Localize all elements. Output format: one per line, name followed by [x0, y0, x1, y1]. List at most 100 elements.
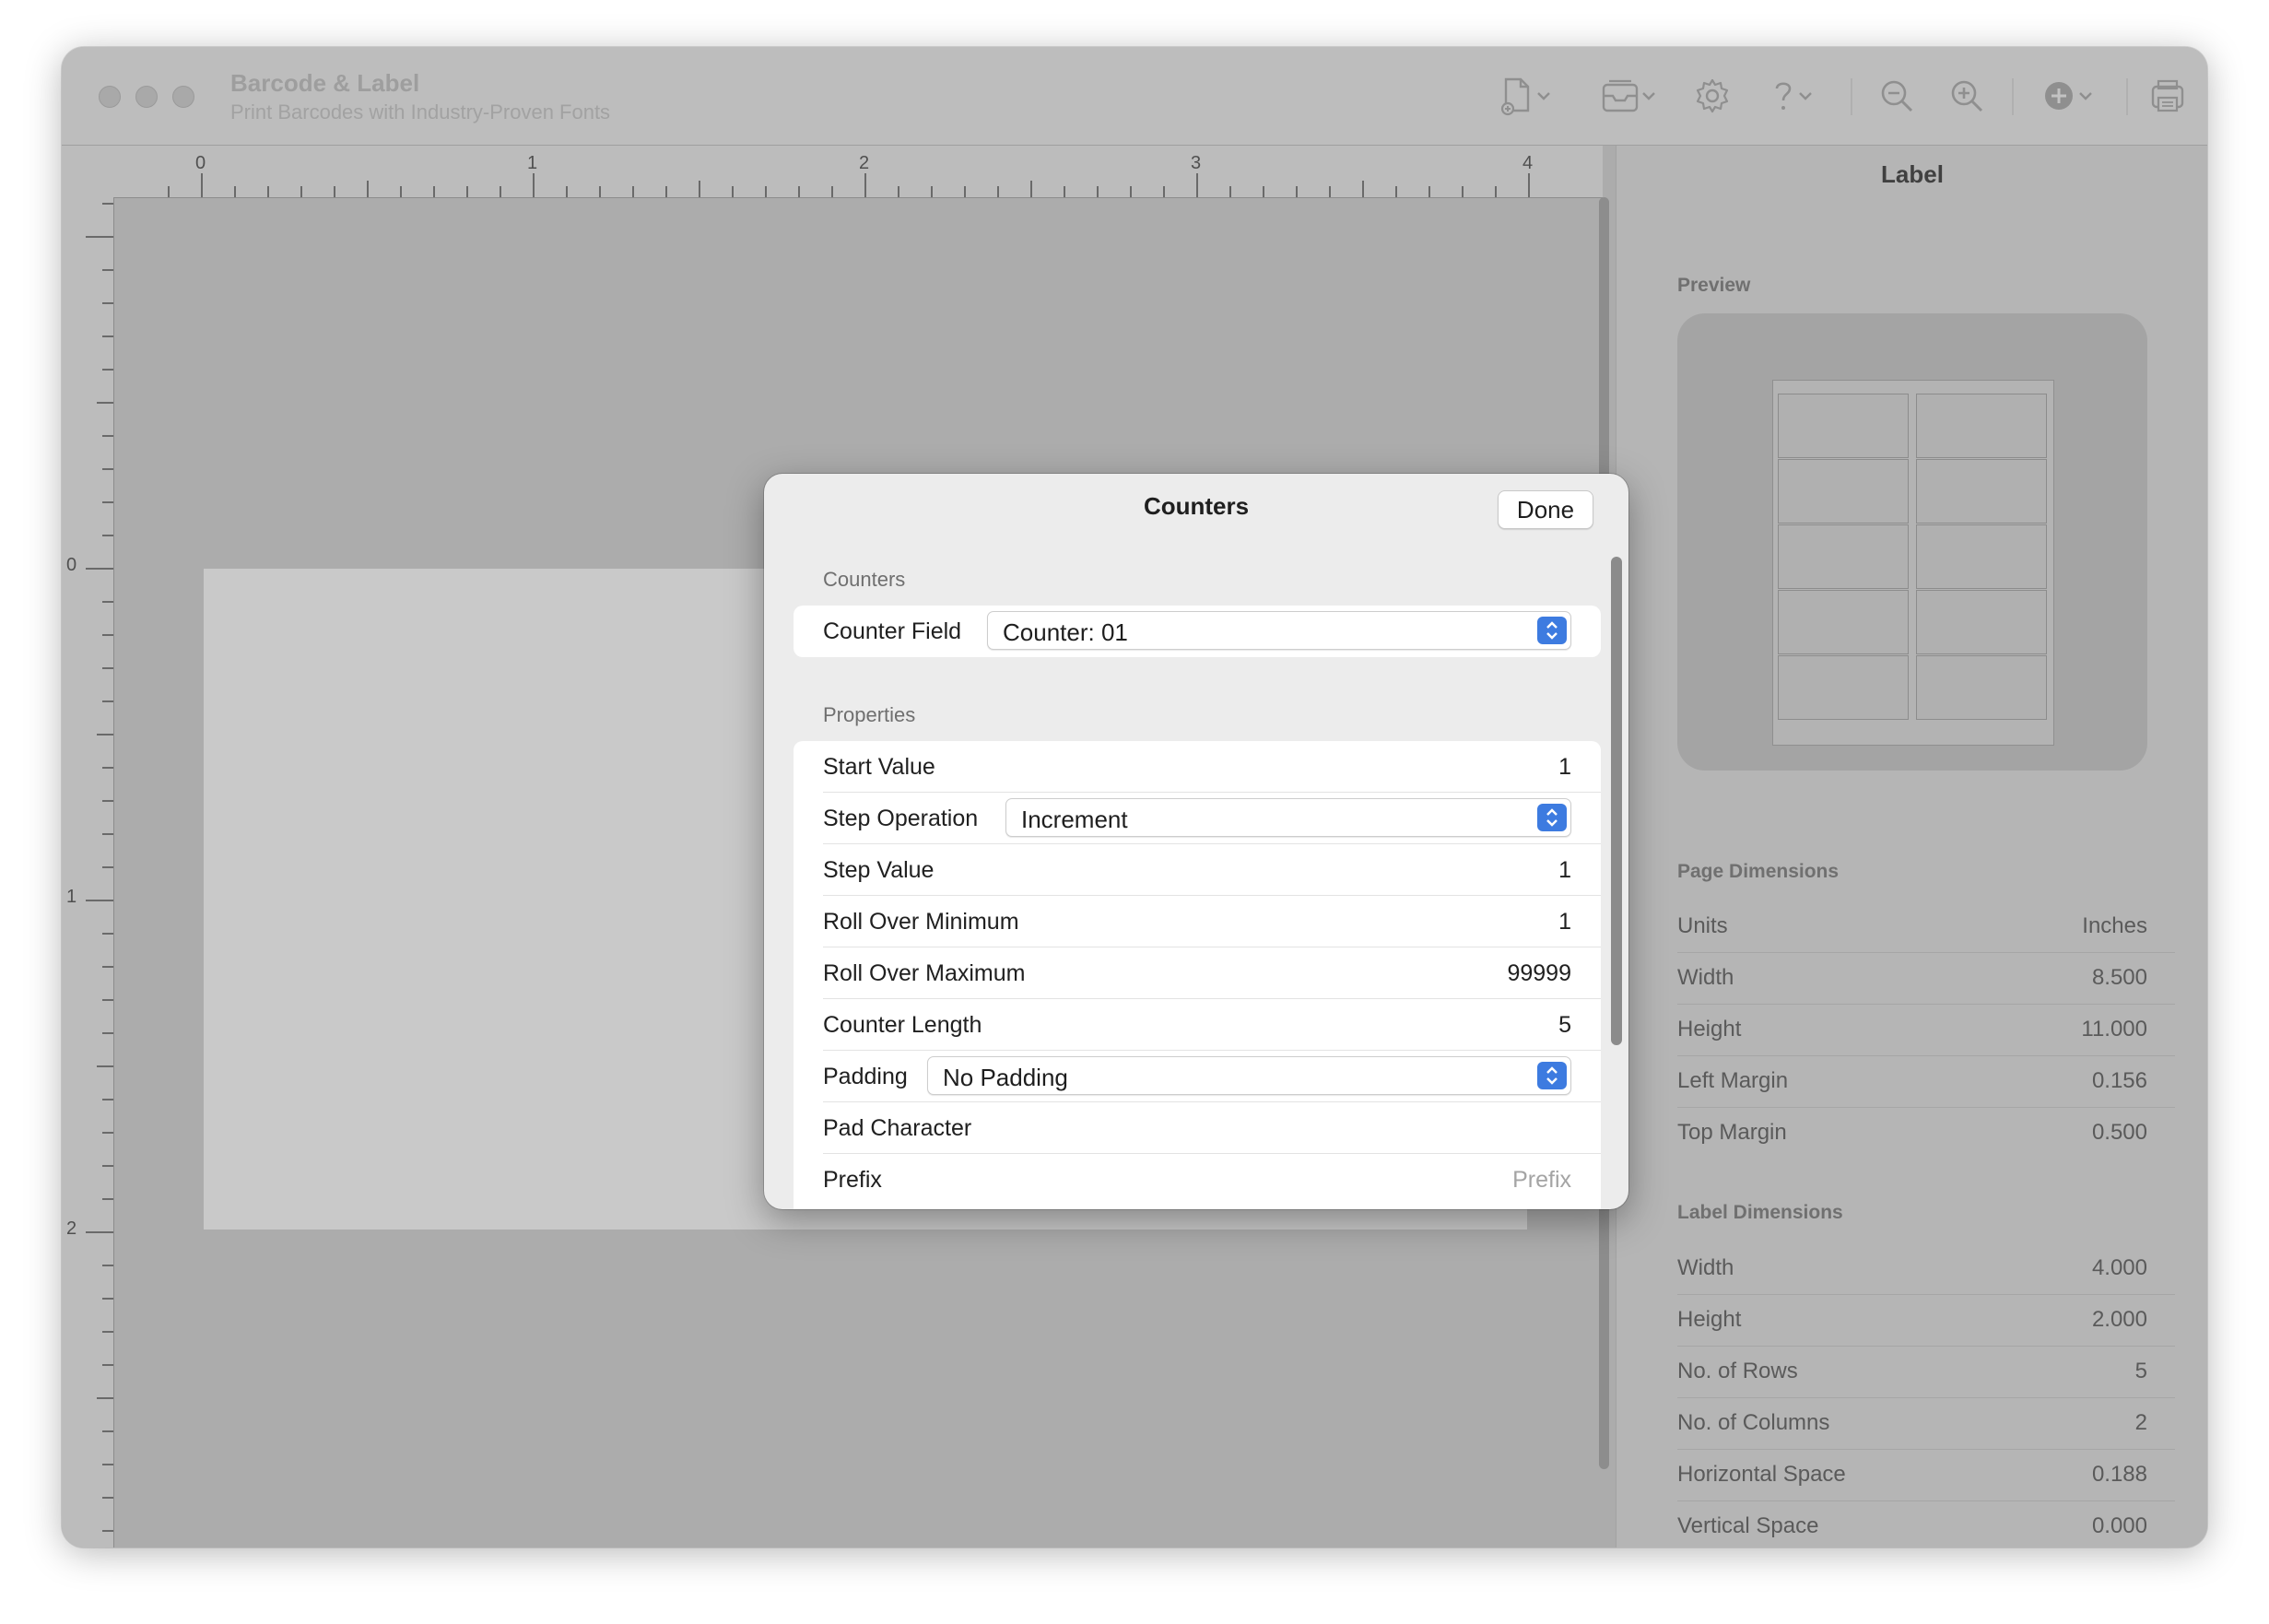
- vertical-ruler: 0 1 2: [62, 197, 114, 1548]
- ruler-label-v: 1: [66, 887, 77, 907]
- padding-row: Padding No Padding: [794, 1051, 1601, 1102]
- app-window: Barcode & Label Print Barcodes with Indu…: [62, 47, 2207, 1548]
- page-dimensions-label: Page Dimensions: [1677, 861, 1840, 882]
- zoom-out-icon: [1881, 80, 1913, 112]
- start-value-row[interactable]: Start Value 1: [794, 741, 1601, 793]
- row-label: No. of Rows: [1677, 1359, 1798, 1383]
- preview-label-cell: [1916, 590, 2047, 654]
- add-circle-icon: [2045, 82, 2073, 110]
- counter-field-popup[interactable]: Counter: 01: [987, 611, 1571, 650]
- page-height-row: Height 11.000: [1677, 1004, 2175, 1056]
- row-value: 8.500: [2091, 965, 2147, 990]
- help-button[interactable]: [1759, 73, 1824, 119]
- ruler-label-v: 0: [66, 555, 77, 575]
- roll-over-maximum-row[interactable]: Roll Over Maximum 99999: [794, 947, 1601, 999]
- roll-over-maximum-field[interactable]: 99999: [1507, 960, 1571, 987]
- minimize-window-button[interactable]: [135, 86, 158, 108]
- pad-character-label: Pad Character: [823, 1115, 972, 1141]
- inspector-title: Label: [1881, 160, 1944, 188]
- toolbar-separator: [1851, 78, 1852, 115]
- row-label: Height: [1677, 1017, 1742, 1041]
- row-value: 2: [2134, 1410, 2147, 1435]
- preview-section-label: Preview: [1677, 275, 1751, 296]
- counter-field-label: Counter Field: [823, 618, 962, 644]
- label-height-row: Height 2.000: [1677, 1294, 2175, 1347]
- question-icon: [1775, 82, 1792, 110]
- roll-over-minimum-field[interactable]: 1: [1558, 909, 1571, 936]
- zoom-in-button[interactable]: [1944, 73, 1990, 119]
- ruler-label-h: 4: [1522, 153, 1534, 173]
- step-operation-popup[interactable]: Increment: [1005, 798, 1571, 837]
- new-document-icon: [1500, 77, 1530, 116]
- step-value-row[interactable]: Step Value 1: [794, 844, 1601, 896]
- preview-label-cell: [1778, 590, 1909, 654]
- horizontal-ruler: 0 1 2 3 4: [62, 146, 1603, 198]
- preview-label-cell: [1916, 394, 2047, 458]
- page-left-margin-row: Left Margin 0.156: [1677, 1055, 2175, 1108]
- row-label: Width: [1677, 1255, 1734, 1280]
- preview-label-cell: [1778, 459, 1909, 524]
- counter-field-row: Counter Field Counter: 01: [794, 606, 1601, 657]
- counters-sheet: Counters Done Counters Counter Field Cou…: [764, 474, 1628, 1209]
- roll-over-minimum-row[interactable]: Roll Over Minimum 1: [794, 896, 1601, 947]
- chevron-down-icon: [2079, 92, 2092, 100]
- prefix-label: Prefix: [823, 1167, 882, 1193]
- close-window-button[interactable]: [99, 86, 121, 108]
- label-horizontal-space-row: Horizontal Space 0.188: [1677, 1449, 2175, 1501]
- zoom-window-button[interactable]: [172, 86, 194, 108]
- label-columns-row: No. of Columns 2: [1677, 1397, 2175, 1450]
- start-value-label: Start Value: [823, 754, 935, 780]
- ruler-label-h: 3: [1191, 153, 1202, 173]
- sheet-scrollbar[interactable]: [1611, 557, 1622, 1045]
- horizontal-ruler-ticks: [168, 173, 1530, 197]
- step-operation-value: Increment: [1021, 806, 1128, 833]
- zoom-out-button[interactable]: [1874, 73, 1920, 119]
- counter-length-row[interactable]: Counter Length 5: [794, 999, 1601, 1051]
- label-rows-row: No. of Rows 5: [1677, 1346, 2175, 1398]
- row-label: Units: [1677, 913, 1728, 938]
- counter-length-label: Counter Length: [823, 1012, 982, 1038]
- page-units-row: Units Inches: [1677, 900, 2175, 953]
- settings-button[interactable]: [1689, 73, 1735, 119]
- preview-label-cell: [1916, 655, 2047, 720]
- add-element-button[interactable]: [2030, 73, 2104, 119]
- gear-icon: [1696, 78, 1729, 113]
- step-value-label: Step Value: [823, 857, 935, 883]
- step-operation-label: Step Operation: [823, 806, 979, 831]
- preview-label-cell: [1778, 524, 1909, 589]
- print-button[interactable]: [2143, 73, 2193, 119]
- start-value-field[interactable]: 1: [1558, 754, 1571, 781]
- row-value: 11.000: [2081, 1017, 2147, 1041]
- padding-popup[interactable]: No Padding: [927, 1056, 1571, 1095]
- tray-menu-button[interactable]: [1592, 73, 1665, 119]
- pad-character-row[interactable]: Pad Character: [794, 1102, 1601, 1154]
- roll-over-minimum-label: Roll Over Minimum: [823, 909, 1019, 935]
- zoom-in-icon: [1951, 80, 1983, 112]
- ruler-label-h: 1: [527, 153, 538, 173]
- preview-label-cell: [1916, 459, 2047, 524]
- properties-group: Start Value 1 Step Operation Increment S…: [794, 741, 1601, 1209]
- app-title: Barcode & Label: [230, 69, 420, 97]
- step-value-field[interactable]: 1: [1558, 857, 1571, 884]
- row-label: Horizontal Space: [1677, 1462, 1846, 1487]
- toolbar-separator: [2012, 78, 2014, 115]
- row-label: Left Margin: [1677, 1068, 1789, 1093]
- inspector-sidebar: Label Preview Page Dimensions Units Inche…: [1616, 146, 2207, 1548]
- counter-length-field[interactable]: 5: [1558, 1012, 1571, 1039]
- preview-label-cell: [1778, 394, 1909, 458]
- new-document-button[interactable]: [1488, 73, 1562, 119]
- prefix-field[interactable]: Prefix: [1512, 1167, 1571, 1194]
- chevron-down-icon: [1799, 92, 1812, 100]
- ruler-label-h: 2: [859, 153, 870, 173]
- counters-group: Counter Field Counter: 01: [794, 606, 1601, 657]
- step-operation-row: Step Operation Increment: [794, 793, 1601, 844]
- prefix-row[interactable]: Prefix Prefix: [794, 1154, 1601, 1206]
- padding-label: Padding: [823, 1064, 908, 1089]
- properties-section-label: Properties: [823, 703, 916, 726]
- done-button[interactable]: Done: [1498, 490, 1593, 529]
- preview-sheet: [1772, 380, 2054, 746]
- ruler-label-v: 2: [66, 1218, 77, 1239]
- row-value: 2.000: [2091, 1307, 2147, 1332]
- popup-chevrons-icon: [1537, 617, 1567, 644]
- popup-chevrons-icon: [1537, 1062, 1567, 1089]
